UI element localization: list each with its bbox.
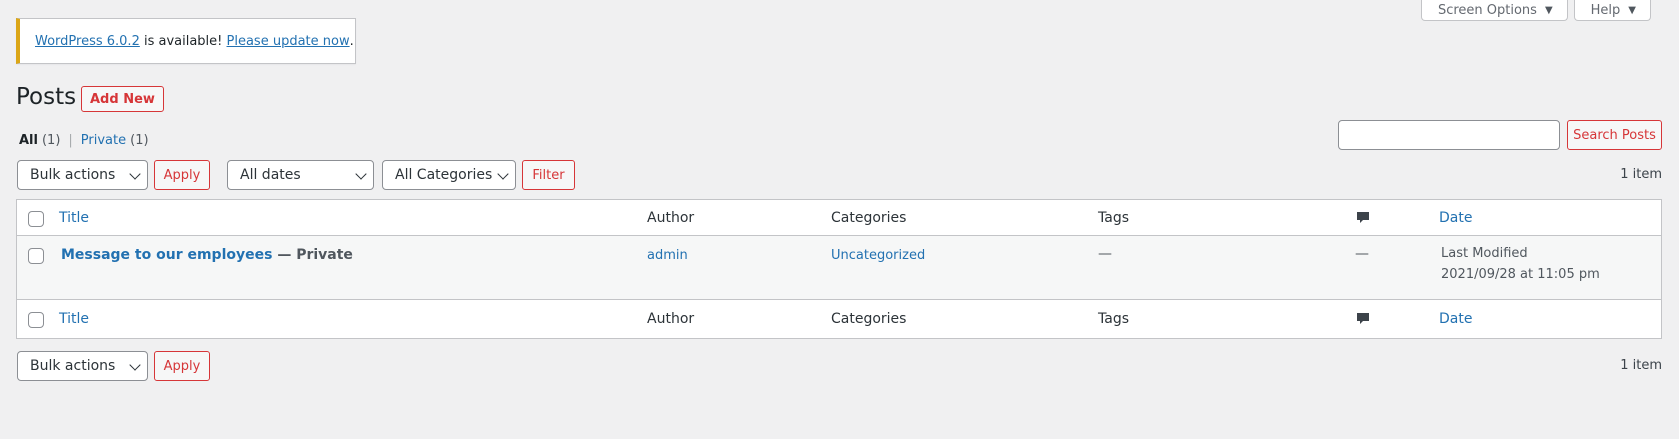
post-title-link[interactable]: Message to our employees [61,247,272,263]
column-categories: Categories [831,210,907,226]
bulk-actions-select[interactable]: Bulk actions [17,160,148,190]
table-row: Message to our employees — Private admin… [17,236,1661,300]
filter-button[interactable]: Filter [522,160,575,190]
table-header-row: Title Author Categories Tags Date [17,200,1661,236]
items-count-bottom: 1 item [1620,358,1662,373]
select-all-checkbox[interactable] [28,211,44,227]
categories-filter-select[interactable]: All Categories [382,160,516,190]
notice-text: is available! [139,33,227,49]
comment-bubble-icon [1357,212,1369,223]
help-label: Help [1590,2,1621,18]
column-title-sort-footer[interactable]: Title [59,311,89,327]
bulk-actions-value-bottom: Bulk actions [30,358,116,374]
column-author-footer: Author [647,311,695,327]
post-comments: — [1355,246,1369,262]
column-tags: Tags [1098,210,1129,226]
update-now-link[interactable]: Please update now [227,34,350,49]
chevron-down-icon [129,168,141,180]
filter-all-link[interactable]: All [19,133,38,148]
screen-meta-links: Screen Options ▼ Help ▼ [1420,0,1651,21]
notice-end: . [349,33,354,49]
post-title-cell: Message to our employees — Private [61,247,353,263]
post-category-link[interactable]: Uncategorized [831,248,925,263]
column-date-sort[interactable]: Date [1439,210,1472,226]
items-count-top: 1 item [1620,167,1662,182]
post-date-cell: Last Modified 2021/09/28 at 11:05 pm [1441,243,1600,285]
wordpress-version-link[interactable]: WordPress 6.0.2 [35,34,140,49]
select-all-checkbox-footer[interactable] [28,312,44,328]
search-posts-button[interactable]: Search Posts [1567,120,1662,150]
column-author: Author [647,210,695,226]
categories-filter-value: All Categories [395,167,493,183]
apply-button[interactable]: Apply [154,160,210,190]
comment-bubble-icon [1357,313,1369,324]
column-title-sort[interactable]: Title [59,210,89,226]
chevron-down-icon [355,168,367,180]
help-button[interactable]: Help ▼ [1573,0,1651,21]
table-footer-row: Title Author Categories Tags Date [17,300,1661,338]
add-new-button[interactable]: Add New [81,86,164,112]
post-author-link[interactable]: admin [647,248,688,263]
caret-down-icon: ▼ [1628,4,1636,16]
chevron-down-icon [129,359,141,371]
bulk-actions-value: Bulk actions [30,167,116,183]
post-date-status: Last Modified [1441,246,1528,261]
filter-all-count: (1) [41,133,61,148]
page-title: Posts [16,84,77,110]
post-tags: — [1098,246,1112,262]
row-checkbox[interactable] [28,248,44,264]
post-state: — Private [272,247,353,263]
screen-options-label: Screen Options [1437,2,1537,18]
apply-button-bottom[interactable]: Apply [154,351,210,381]
post-date-value: 2021/09/28 at 11:05 pm [1441,267,1600,282]
column-categories-footer: Categories [831,311,907,327]
column-date-sort-footer[interactable]: Date [1439,311,1472,327]
update-notice: WordPress 6.0.2 is available! Please upd… [16,18,356,64]
posts-table: Title Author Categories Tags Date Messag… [16,199,1662,339]
column-tags-footer: Tags [1098,311,1129,327]
post-status-filters: All (1) | Private (1) [19,133,149,148]
bulk-actions-select-bottom[interactable]: Bulk actions [17,351,148,381]
filter-private-link[interactable]: Private [81,133,126,148]
caret-down-icon: ▼ [1544,4,1553,16]
chevron-down-icon [497,168,509,180]
screen-options-button[interactable]: Screen Options ▼ [1420,0,1568,21]
dates-filter-select[interactable]: All dates [227,160,374,190]
filter-separator: | [68,133,73,148]
search-input[interactable] [1338,120,1560,150]
filter-private-count: (1) [130,133,149,148]
dates-filter-value: All dates [240,167,301,183]
